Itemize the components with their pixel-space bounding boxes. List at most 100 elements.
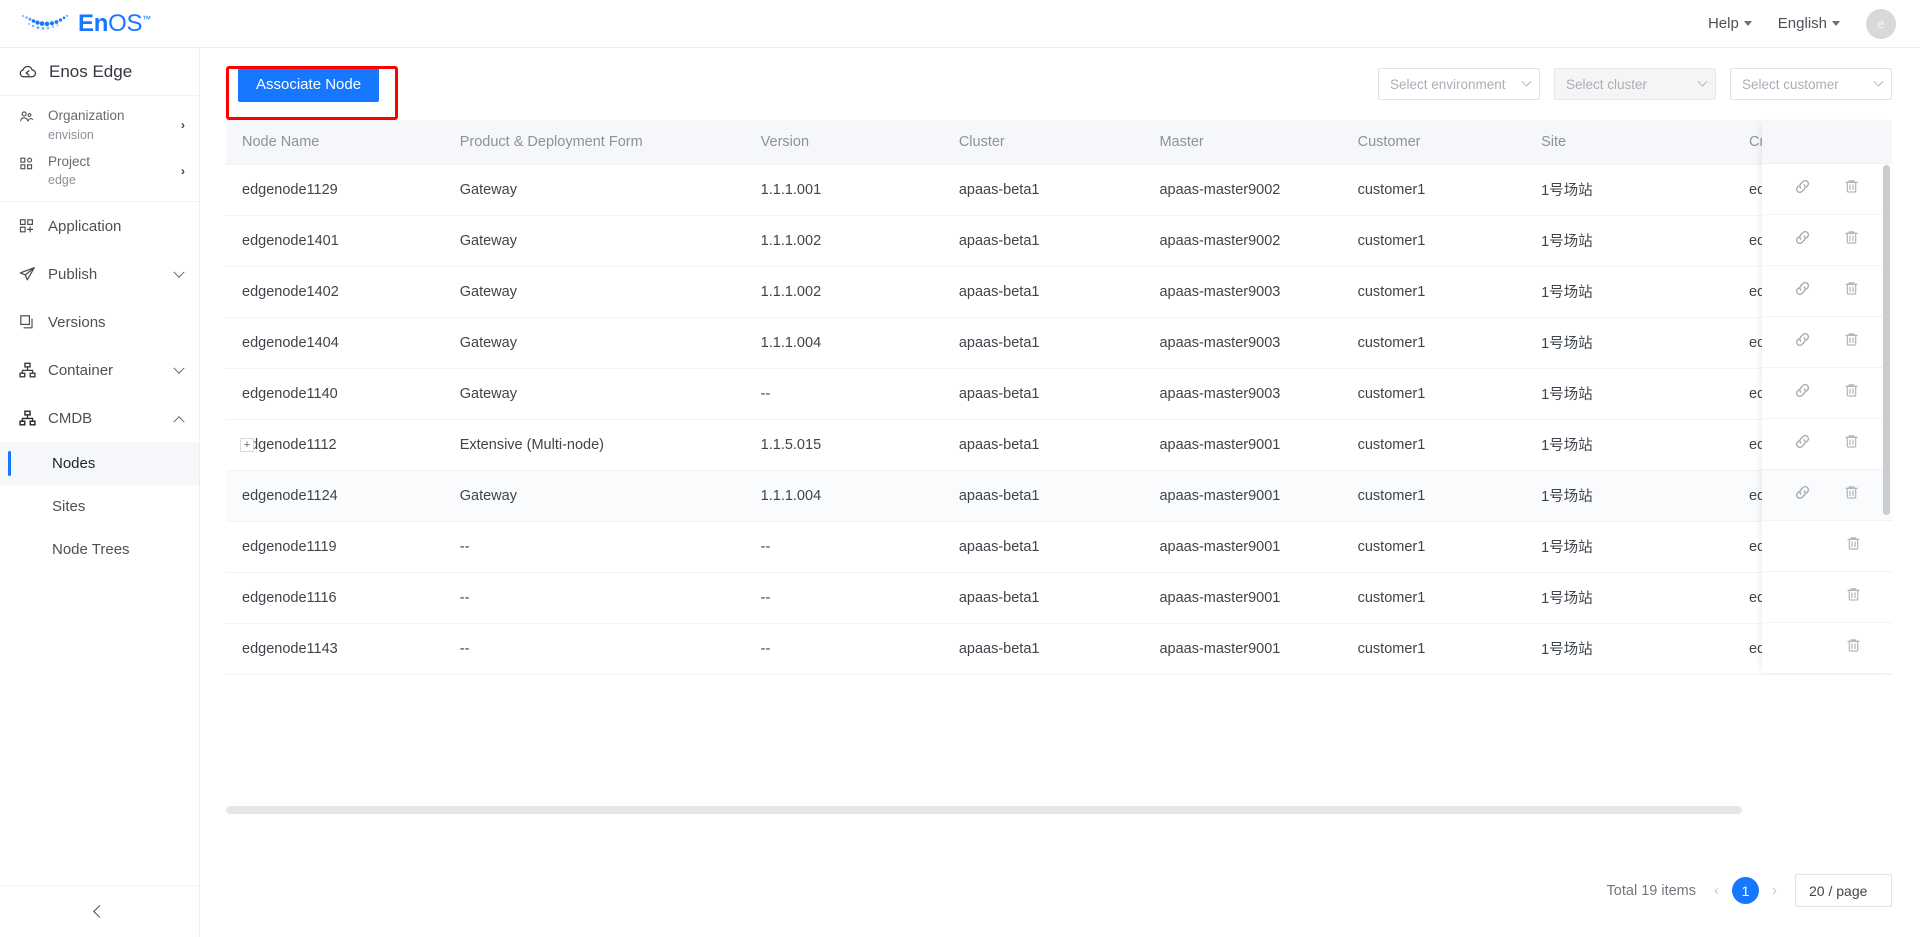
cell-product: -- (443, 572, 745, 624)
associate-node-button[interactable]: Associate Node (238, 66, 380, 102)
delete-icon[interactable] (1842, 483, 1861, 507)
delete-icon[interactable] (1842, 228, 1861, 252)
sidebar-item-label: Application (48, 217, 122, 235)
table-horizontal-scrollbar[interactable] (226, 806, 1890, 814)
delete-icon[interactable] (1844, 534, 1863, 553)
pagination-page-1[interactable]: 1 (1732, 877, 1759, 904)
sidebar-item-cmdb[interactable]: CMDB (0, 394, 199, 442)
unlink-icon[interactable] (1793, 228, 1812, 247)
sidebar-item-application[interactable]: Application (0, 202, 199, 250)
delete-icon[interactable] (1842, 279, 1861, 298)
select-cluster[interactable]: Select cluster (1554, 68, 1716, 100)
delete-icon[interactable] (1842, 279, 1861, 303)
delete-icon[interactable] (1842, 177, 1861, 196)
cell-text: -- (459, 640, 470, 657)
sidebar-collapse-button[interactable] (0, 885, 199, 937)
pagination-next-button[interactable]: › (1770, 882, 1779, 899)
table-row[interactable]: + edgenode1112 Extensive (Multi-node) 1.1.5… (226, 419, 1892, 471)
delete-icon[interactable] (1844, 585, 1863, 604)
delete-icon[interactable] (1842, 483, 1861, 502)
column-header-site[interactable]: Site (1525, 120, 1734, 165)
sidebar-item-nodes[interactable]: Nodes (0, 442, 199, 486)
table-vertical-scrollbar[interactable] (1883, 165, 1890, 515)
delete-icon[interactable] (1842, 177, 1861, 201)
delete-icon[interactable] (1842, 432, 1861, 451)
sidebar-item-label: Versions (48, 313, 106, 331)
row-expand-button[interactable]: + (240, 437, 254, 452)
cell-text: apaas-beta1 (958, 334, 1040, 351)
pagination-prev-button[interactable]: ‹ (1712, 882, 1721, 899)
delete-icon[interactable] (1844, 636, 1863, 655)
cell-node: edgenode1124 (226, 470, 444, 522)
select-environment[interactable]: Select environment (1378, 68, 1540, 100)
cell-text: apaas-beta1 (958, 640, 1040, 657)
unlink-icon[interactable] (1793, 483, 1812, 502)
delete-icon[interactable] (1842, 432, 1861, 456)
cell-cluster: apaas-beta1 (942, 419, 1144, 471)
table-row[interactable]: edgenode1402 Gateway 1.1.1.002 apaas-beta1 a… (226, 266, 1892, 318)
cell-text: apaas-master9002 (1159, 232, 1281, 249)
unlink-icon[interactable] (1793, 381, 1812, 405)
cell-node: edgenode1143 (226, 623, 444, 675)
cell-master: apaas-master9003 (1143, 368, 1342, 420)
delete-icon[interactable] (1844, 534, 1863, 558)
unlink-icon[interactable] (1793, 483, 1812, 507)
table-row[interactable]: edgenode1124 Gateway 1.1.1.004 apaas-beta1 a… (226, 470, 1892, 522)
cell-cluster: apaas-beta1 (942, 215, 1144, 267)
unlink-icon[interactable] (1793, 177, 1812, 196)
delete-icon[interactable] (1842, 381, 1861, 405)
sidebar-item-versions[interactable]: Versions (0, 298, 199, 346)
delete-icon[interactable] (1842, 330, 1861, 354)
delete-icon[interactable] (1842, 381, 1861, 400)
column-header-customer[interactable]: Customer (1341, 120, 1526, 165)
cell-text: apaas-beta1 (958, 283, 1040, 300)
column-header-cluster[interactable]: Cluster (942, 120, 1144, 165)
sidebar-item-node-trees[interactable]: Node Trees (0, 528, 199, 571)
unlink-icon[interactable] (1793, 330, 1812, 349)
delete-icon[interactable] (1842, 228, 1861, 247)
select-customer[interactable]: Select customer (1730, 68, 1892, 100)
sidebar-context: Organization envision › Project edge › (0, 96, 199, 203)
cell-node: edgenode1119 (226, 521, 444, 573)
sidebar-item-container[interactable]: Container (0, 346, 199, 394)
unlink-icon[interactable] (1793, 432, 1812, 456)
table-row[interactable]: edgenode1116 -- -- apaas-beta1 apaas-master9… (226, 572, 1892, 624)
delete-icon[interactable] (1844, 585, 1863, 609)
unlink-icon[interactable] (1793, 177, 1812, 201)
delete-icon[interactable] (1844, 636, 1863, 660)
column-header-product[interactable]: Product & Deployment Form (443, 120, 745, 165)
unlink-icon[interactable] (1793, 432, 1812, 451)
language-menu[interactable]: English (1778, 15, 1840, 32)
table-row[interactable]: edgenode1140 Gateway -- apaas-beta1 apaas-ma… (226, 368, 1892, 420)
column-header-master[interactable]: Master (1143, 120, 1342, 165)
project-icon (19, 152, 37, 176)
table-row[interactable]: edgenode1143 -- -- apaas-beta1 apaas-master9… (226, 623, 1892, 675)
delete-icon[interactable] (1842, 330, 1861, 349)
chevron-left-icon (93, 905, 106, 918)
table-row[interactable]: edgenode1119 -- -- apaas-beta1 apaas-master9… (226, 521, 1892, 573)
table-row[interactable]: edgenode1401 Gateway 1.1.1.002 apaas-beta1 a… (226, 215, 1892, 267)
column-header-node-name[interactable]: Node Name (226, 120, 444, 165)
column-header-version[interactable]: Version (744, 120, 943, 165)
unlink-icon[interactable] (1793, 330, 1812, 354)
chevron-up-icon[interactable] (173, 410, 185, 428)
sidebar-item-sites[interactable]: Sites (0, 485, 199, 528)
unlink-icon[interactable] (1793, 279, 1812, 303)
avatar[interactable]: e (1866, 8, 1896, 39)
horizontal-scroll-thumb[interactable] (226, 806, 1742, 814)
unlink-icon[interactable] (1793, 279, 1812, 298)
chevron-down-icon[interactable] (173, 266, 185, 283)
cell-text: Gateway (459, 334, 517, 351)
unlink-icon[interactable] (1793, 228, 1812, 252)
table-row[interactable]: edgenode1404 Gateway 1.1.1.004 apaas-beta1 a… (226, 317, 1892, 369)
sidebar-item-publish[interactable]: Publish (0, 250, 199, 298)
chevron-down-icon (1832, 21, 1840, 26)
sidebar-item-organization[interactable]: Organization envision › (0, 102, 199, 148)
chevron-down-icon[interactable] (173, 362, 185, 379)
table-row[interactable]: edgenode1129 Gateway 1.1.1.001 apaas-beta1 a… (226, 164, 1892, 216)
page-size-select[interactable]: 20 / page (1795, 874, 1892, 907)
enos-logo[interactable]: EnOS™ (20, 0, 151, 48)
unlink-icon[interactable] (1793, 381, 1812, 400)
sidebar-item-project[interactable]: Project edge › (0, 148, 199, 194)
help-menu[interactable]: Help (1708, 15, 1752, 32)
